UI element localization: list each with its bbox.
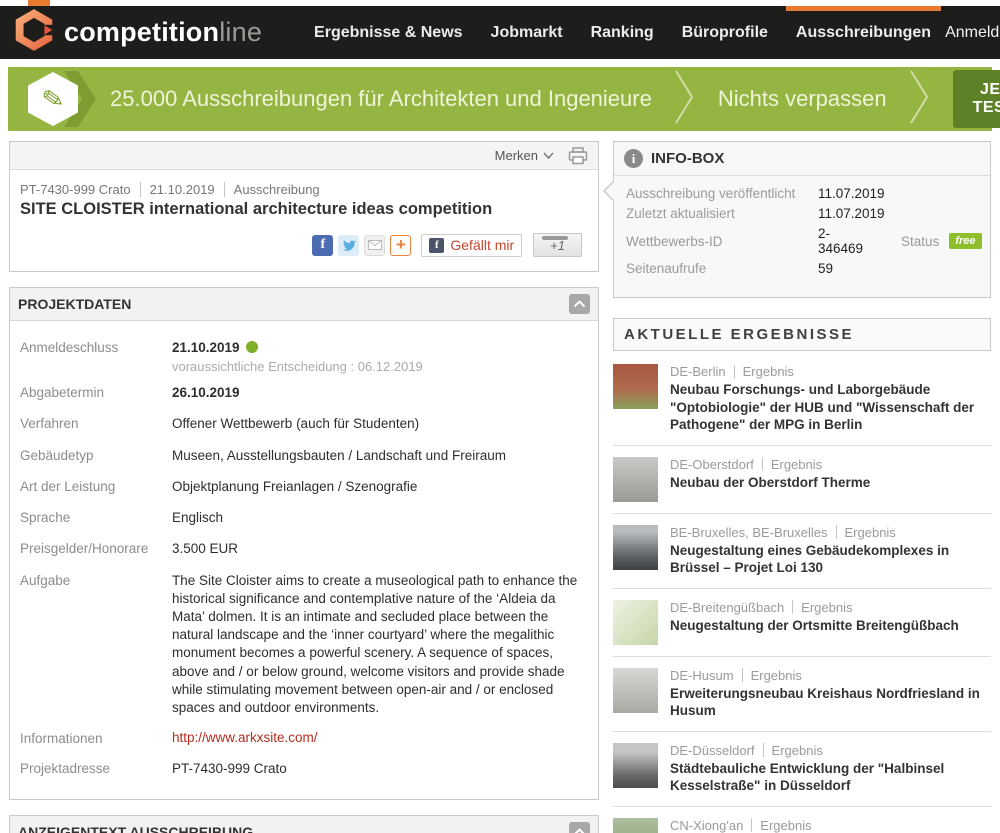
merken-dropdown[interactable]: Merken <box>495 148 554 163</box>
nav-bueroprofile[interactable]: Büroprofile <box>668 6 782 59</box>
row-art-der-leistung: Art der Leistung Objektplanung Freianlag… <box>20 478 588 496</box>
title-card-body: PT-7430-999 Crato 21.10.2019 Ausschreibu… <box>10 170 598 271</box>
banner-pencil-hexagon-icon: ✎ <box>18 67 96 131</box>
banner-chevron-separator-icon <box>909 69 931 130</box>
title-card-toolbar: Merken <box>10 142 598 170</box>
collapse-section-button[interactable] <box>569 294 590 314</box>
row-preisgelder: Preisgelder/Honorare 3.500 EUR <box>20 540 588 558</box>
info-box-rows: Ausschreibung veröffentlicht 11.07.2019 … <box>614 176 990 276</box>
aufgabe-text: The Site Cloister aims to create a museo… <box>172 572 587 718</box>
info-box-heading: INFO-BOX <box>651 150 724 167</box>
anzeigentext-header: ANZEIGENTEXT AUSSCHREIBUNG <box>10 816 598 833</box>
banner-subline: Nichts verpassen <box>718 86 887 112</box>
facebook-share-icon[interactable]: f <box>312 235 333 256</box>
info-row-aktualisiert: Zuletzt aktualisiert 11.07.2019 <box>626 206 978 221</box>
status-badge: free <box>949 233 981 249</box>
result-thumbnail <box>613 525 658 570</box>
more-share-icon[interactable]: + <box>390 235 411 256</box>
header-right: Anmelden <box>945 19 1000 47</box>
info-box-header: i INFO-BOX <box>614 142 990 176</box>
anzeigentext-heading: ANZEIGENTEXT AUSSCHREIBUNG <box>18 824 253 833</box>
nav-jobmarkt[interactable]: Jobmarkt <box>477 6 577 59</box>
main-nav: Ergebnisse & News Jobmarkt Ranking Bürop… <box>300 6 945 59</box>
project-date: 21.10.2019 <box>150 182 215 197</box>
jetzt-testen-button[interactable]: JETZT TESTEN❯ <box>953 70 1000 128</box>
nav-ergebnisse-news[interactable]: Ergebnisse & News <box>300 6 477 59</box>
brand-hexagon-icon <box>14 8 54 57</box>
row-sprache: Sprache Englisch <box>20 509 588 527</box>
row-informationen: Informationen http://www.arkxsite.com/ <box>20 730 588 746</box>
title-card: Merken PT-7430-999 Crato <box>9 141 599 272</box>
result-thumbnail <box>613 457 658 502</box>
result-thumbnail <box>613 364 658 409</box>
informationen-link[interactable]: http://www.arkxsite.com/ <box>172 730 318 746</box>
info-row-veroeffentlicht: Ausschreibung veröffentlicht 11.07.2019 <box>626 186 978 201</box>
result-item-bruxelles[interactable]: BE-Bruxelles, BE-BruxellesErgebnis Neuge… <box>613 514 991 589</box>
row-aufgabe: Aufgabe The Site Cloister aims to create… <box>20 572 588 718</box>
page: competitionline Ergebnisse & News Jobmar… <box>0 0 1000 833</box>
result-thumbnail <box>613 668 658 713</box>
nav-ranking[interactable]: Ranking <box>577 6 668 59</box>
facebook-like-button[interactable]: f Gefällt mir <box>421 234 522 257</box>
social-buttons: f + f Gefällt mir +1 <box>20 233 588 257</box>
breadcrumb: PT-7430-999 Crato 21.10.2019 Ausschreibu… <box>20 182 588 197</box>
result-item-duesseldorf[interactable]: DE-DüsseldorfErgebnis Städtebauliche Ent… <box>613 732 991 807</box>
brand-name: competitionline <box>64 17 262 48</box>
right-column: i INFO-BOX Ausschreibung veröffentlicht … <box>613 141 991 833</box>
result-item-breitenguessbach[interactable]: DE-BreitengüßbachErgebnis Neugestaltung … <box>613 589 991 657</box>
content: Merken PT-7430-999 Crato <box>0 141 1000 833</box>
projektdaten-body: Anmeldeschluss 21.10.2019 voraussichtlic… <box>10 321 598 799</box>
page-title: SITE CLOISTER international architecture… <box>20 200 588 219</box>
left-column: Merken PT-7430-999 Crato <box>9 141 599 833</box>
result-item-husum[interactable]: DE-HusumErgebnis Erweiterungsneubau Krei… <box>613 657 991 732</box>
project-id: PT-7430-999 Crato <box>20 182 131 197</box>
info-icon: i <box>624 149 643 168</box>
info-row-seitenaufrufe: Seitenaufrufe 59 <box>626 261 978 276</box>
main-header: competitionline Ergebnisse & News Jobmar… <box>0 6 1000 59</box>
nav-ausschreibungen[interactable]: Ausschreibungen <box>782 6 945 59</box>
promo-banner[interactable]: ✎ 25.000 Ausschreibungen für Architekten… <box>8 67 992 131</box>
results-list: DE-BerlinErgebnis Neubau Forschungs- und… <box>613 353 991 833</box>
info-box: i INFO-BOX Ausschreibung veröffentlicht … <box>613 141 991 298</box>
result-item-oberstdorf[interactable]: DE-OberstdorfErgebnis Neubau der Oberstd… <box>613 446 991 514</box>
google-plusone-button[interactable]: +1 <box>533 233 582 257</box>
login-link[interactable]: Anmelden <box>945 24 1000 42</box>
deadline-status-dot <box>246 341 258 353</box>
brand-logo[interactable]: competitionline <box>14 8 262 57</box>
project-type: Ausschreibung <box>234 182 320 197</box>
row-gebaeudetyp: Gebäudetyp Museen, Ausstellungsbauten / … <box>20 447 588 465</box>
info-row-wettbewerbs-id: Wettbewerbs-ID 2-346469 Status free <box>626 226 978 256</box>
projektdaten-card: PROJEKTDATEN Anmeldeschluss 21.10.2019 v… <box>9 287 599 800</box>
banner-headline: 25.000 Ausschreibungen für Architekten u… <box>110 86 652 112</box>
result-item-berlin[interactable]: DE-BerlinErgebnis Neubau Forschungs- und… <box>613 353 991 446</box>
chevron-down-icon <box>543 152 554 159</box>
facebook-mini-icon: f <box>429 238 444 253</box>
anmeldeschluss-date: 21.10.2019 <box>172 340 240 355</box>
row-projektadresse: Projektadresse PT-7430-999 Crato <box>20 760 588 778</box>
twitter-share-icon[interactable] <box>338 235 359 256</box>
result-thumbnail <box>613 600 658 645</box>
email-share-icon[interactable] <box>364 235 385 256</box>
entscheidung-note: voraussichtliche Entscheidung : 06.12.20… <box>172 359 423 374</box>
row-verfahren: Verfahren Offener Wettbewerb (auch für S… <box>20 415 588 433</box>
status-label: Status <box>901 234 939 249</box>
result-thumbnail <box>613 818 658 833</box>
anzeigentext-card: ANZEIGENTEXT AUSSCHREIBUNG Liegt nicht v… <box>9 815 599 833</box>
projektdaten-heading: PROJEKTDATEN <box>18 296 131 312</box>
result-item-xiongan[interactable]: CN-Xiong'anErgebnis Xiong'an New Area – … <box>613 807 991 833</box>
results-heading: AKTUELLE ERGEBNISSE <box>613 318 991 351</box>
row-anmeldeschluss: Anmeldeschluss 21.10.2019 voraussichtlic… <box>20 339 588 374</box>
collapse-section-button[interactable] <box>569 822 590 833</box>
banner-chevron-separator-icon <box>674 69 696 130</box>
result-thumbnail <box>613 743 658 788</box>
projektdaten-header: PROJEKTDATEN <box>10 288 598 321</box>
print-icon[interactable] <box>568 147 588 165</box>
row-abgabetermin: Abgabetermin 26.10.2019 <box>20 384 588 402</box>
